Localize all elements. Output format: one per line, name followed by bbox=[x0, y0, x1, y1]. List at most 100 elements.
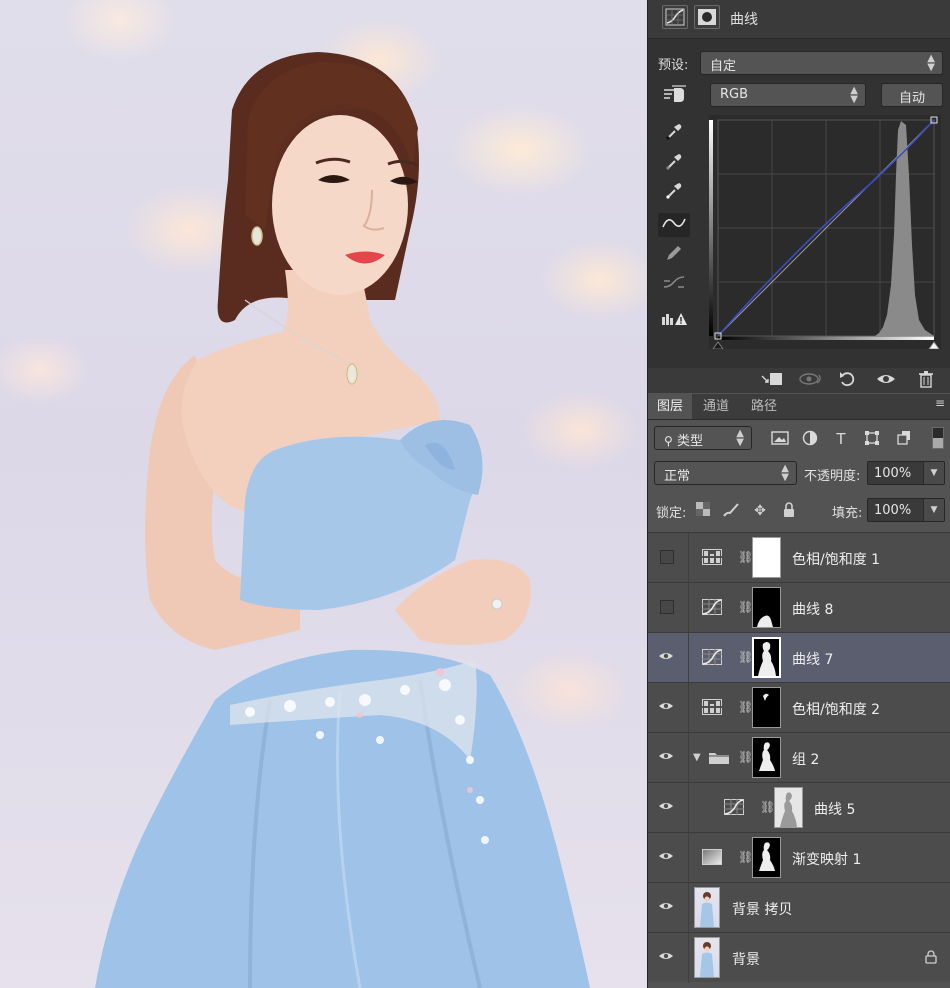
opacity-field[interactable]: 100% ▼ bbox=[867, 461, 945, 485]
divider bbox=[688, 883, 689, 933]
properties-footer bbox=[648, 368, 950, 393]
preset-dropdown[interactable]: 自定 ▲ ▼ bbox=[700, 51, 943, 75]
adjustment-filter-icon[interactable] bbox=[800, 430, 820, 448]
layer-name: 背景 bbox=[732, 952, 760, 968]
layer-name: 渐变映射 1 bbox=[792, 852, 862, 868]
fill-label: 填充: bbox=[832, 506, 863, 521]
layer-mask-icon[interactable] bbox=[694, 5, 720, 29]
curve-graph[interactable] bbox=[709, 115, 941, 350]
reset-icon[interactable] bbox=[836, 370, 860, 391]
curves-adjustment-icon bbox=[702, 649, 722, 665]
layer-row-background-copy[interactable]: 背景 拷贝 bbox=[648, 882, 950, 933]
divider bbox=[688, 933, 689, 983]
link-icon[interactable]: ⛓ bbox=[738, 648, 753, 667]
updown-arrow-icon: ▲ ▼ bbox=[736, 428, 744, 448]
lock-position-icon[interactable]: ✥ bbox=[751, 502, 769, 520]
tab-layers[interactable]: 图层 bbox=[648, 394, 692, 419]
layer-row-background[interactable]: 背景 bbox=[648, 932, 950, 983]
layer-row-hue-saturation-2[interactable]: ⛓ 色相/饱和度 2 bbox=[648, 682, 950, 733]
eye-icon[interactable] bbox=[658, 850, 674, 864]
updown-arrow-icon: ▲ ▼ bbox=[850, 85, 858, 105]
link-icon[interactable]: ⛓ bbox=[738, 848, 753, 867]
lock-pixels-icon[interactable] bbox=[722, 502, 740, 520]
layer-row-curves-8[interactable]: ⛓ 曲线 8 bbox=[648, 582, 950, 633]
eye-icon[interactable] bbox=[658, 750, 674, 764]
auto-button[interactable]: 自动 bbox=[881, 83, 943, 107]
curve-points-icon[interactable] bbox=[658, 213, 690, 237]
visibility-toggle-off[interactable] bbox=[660, 550, 674, 564]
link-icon[interactable]: ⛓ bbox=[738, 698, 753, 717]
link-icon[interactable]: ⛓ bbox=[738, 748, 753, 767]
eye-icon[interactable] bbox=[658, 650, 674, 664]
expand-triangle-icon[interactable]: ▼ bbox=[693, 752, 701, 763]
layer-row-group-2[interactable]: ▼ ⛓ 组 2 bbox=[648, 732, 950, 783]
properties-title: 曲线 bbox=[730, 12, 758, 28]
layer-mask-thumbnail[interactable] bbox=[774, 787, 803, 828]
portrait-photo bbox=[95, 52, 590, 988]
panel-menu-icon[interactable]: ≡ bbox=[935, 396, 945, 410]
pixel-filter-icon[interactable] bbox=[770, 430, 790, 448]
layer-thumbnail[interactable] bbox=[694, 937, 720, 978]
smooth-icon[interactable] bbox=[658, 273, 690, 297]
fill-value: 100% bbox=[874, 503, 912, 518]
link-icon[interactable]: ⛓ bbox=[738, 548, 753, 567]
smart-object-filter-icon[interactable] bbox=[894, 430, 914, 448]
layer-mask-thumbnail[interactable] bbox=[752, 637, 781, 678]
channel-dropdown[interactable]: RGB ▲ ▼ bbox=[710, 83, 866, 107]
delete-icon[interactable] bbox=[914, 370, 938, 391]
eyedropper-gray-icon[interactable] bbox=[658, 151, 690, 175]
lock-all-icon[interactable] bbox=[780, 502, 798, 520]
curves-adjustment-icon bbox=[702, 599, 722, 615]
layer-thumbnail[interactable] bbox=[694, 887, 720, 928]
properties-header: 曲线 bbox=[648, 0, 950, 39]
clip-to-layer-icon[interactable] bbox=[760, 370, 784, 391]
eye-icon[interactable] bbox=[658, 800, 674, 814]
blend-mode-dropdown[interactable]: 正常 ▲ ▼ bbox=[654, 461, 797, 485]
lock-label: 锁定: bbox=[656, 506, 687, 521]
document-canvas[interactable] bbox=[0, 0, 647, 988]
link-icon[interactable]: ⛓ bbox=[738, 598, 753, 617]
updown-arrow-icon: ▲ ▼ bbox=[927, 53, 935, 73]
type-filter-icon[interactable]: T bbox=[831, 430, 851, 448]
layer-mask-thumbnail[interactable] bbox=[752, 587, 781, 628]
view-previous-icon[interactable] bbox=[798, 370, 822, 391]
tab-paths[interactable]: 路径 bbox=[744, 394, 784, 419]
layer-mask-thumbnail[interactable] bbox=[752, 687, 781, 728]
shape-filter-icon[interactable] bbox=[862, 430, 882, 448]
layer-mask-thumbnail[interactable] bbox=[752, 737, 781, 778]
preset-label: 预设: bbox=[658, 58, 689, 73]
eye-icon[interactable] bbox=[658, 950, 674, 964]
tab-channels[interactable]: 通道 bbox=[696, 394, 736, 419]
on-image-adjust-icon[interactable] bbox=[658, 83, 690, 107]
pencil-icon[interactable] bbox=[658, 243, 690, 267]
clipping-warning-icon[interactable] bbox=[658, 309, 690, 333]
layer-mask-thumbnail[interactable] bbox=[752, 837, 781, 878]
visibility-icon[interactable] bbox=[874, 370, 898, 391]
chevron-down-icon[interactable]: ▼ bbox=[923, 462, 944, 484]
visibility-toggle-off[interactable] bbox=[660, 600, 674, 614]
hue-saturation-adjustment-icon bbox=[702, 699, 722, 715]
link-icon[interactable]: ⛓ bbox=[760, 798, 775, 817]
chevron-down-icon[interactable]: ▼ bbox=[923, 499, 944, 521]
eyedropper-black-icon[interactable] bbox=[658, 121, 690, 145]
curves-adjustment-icon[interactable] bbox=[662, 5, 688, 29]
layer-row-curves-7[interactable]: ⛓ 曲线 7 bbox=[648, 632, 950, 683]
layer-row-hue-saturation-1[interactable]: ⛓ 色相/饱和度 1 bbox=[648, 532, 950, 583]
lock-transparent-icon[interactable] bbox=[694, 502, 712, 520]
layer-filter-dropdown[interactable]: ⚲ 类型 ▲ ▼ bbox=[654, 426, 752, 450]
divider bbox=[688, 833, 689, 883]
curves-adjustment-icon bbox=[724, 799, 744, 815]
layer-row-gradient-map-1[interactable]: ⛓ 渐变映射 1 bbox=[648, 832, 950, 883]
panel-tabs: 图层 通道 路径 ≡ bbox=[648, 394, 950, 420]
eye-icon[interactable] bbox=[658, 900, 674, 914]
layer-name: 曲线 8 bbox=[792, 602, 834, 618]
preset-value: 自定 bbox=[710, 59, 737, 74]
fill-field[interactable]: 100% ▼ bbox=[867, 498, 945, 522]
divider bbox=[688, 783, 689, 833]
layer-row-curves-5[interactable]: ⛓ 曲线 5 bbox=[648, 782, 950, 833]
eyedropper-white-icon[interactable] bbox=[658, 180, 690, 204]
filter-toggle[interactable] bbox=[932, 427, 944, 449]
layer-mask-thumbnail[interactable] bbox=[752, 537, 781, 578]
eye-icon[interactable] bbox=[658, 700, 674, 714]
right-panel: 曲线 预设: 自定 ▲ ▼ RGB ▲ ▼ 自动 图层 通道 路径 ≡ ⚲ 类型… bbox=[647, 0, 950, 988]
